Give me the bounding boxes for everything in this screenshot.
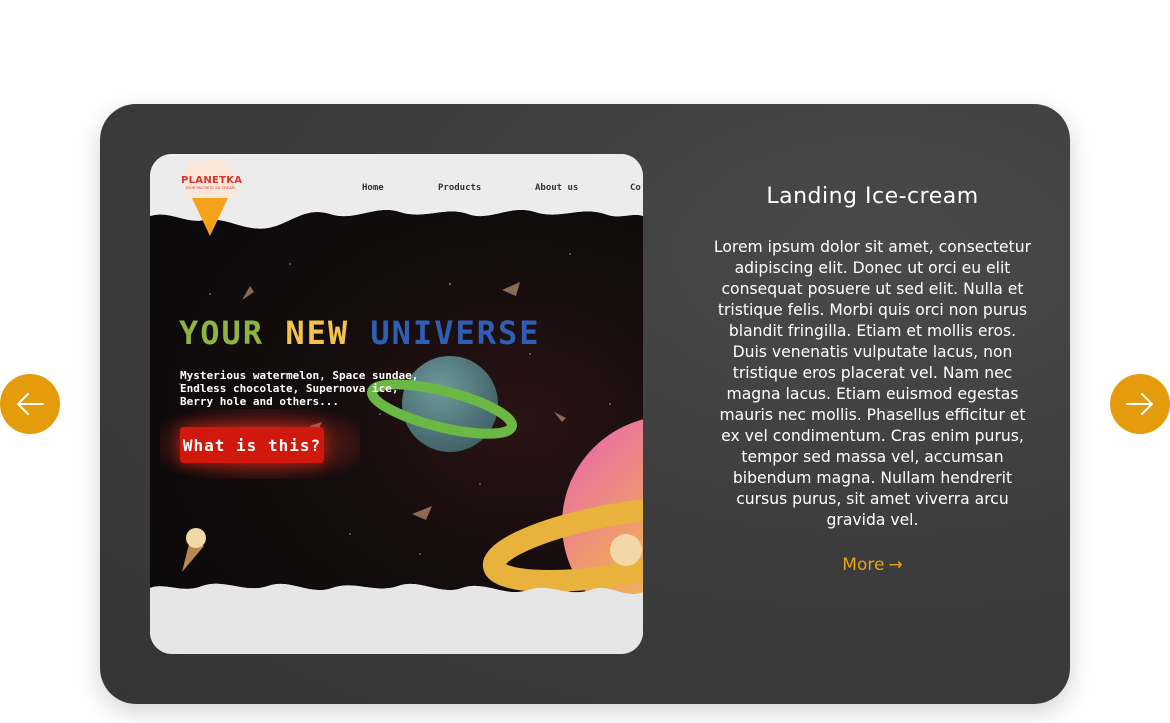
preview-nav-products[interactable]: Products [438,183,481,193]
logo-text-wrap: PLANETKA YOUR FAVORITE ICE CREAM [181,175,243,190]
logo-tagline: YOUR FAVORITE ICE CREAM [185,186,235,190]
project-preview-image[interactable]: PLANETKA YOUR FAVORITE ICE CREAM Home Pr… [150,154,643,654]
subtext-line-3: Berry hole and others... [180,395,339,408]
preview-cta-label: What is this? [182,435,322,455]
arrow-right-icon: → [888,555,903,575]
subtext-line-1: Mysterious watermelon, Space sundae, [180,369,419,382]
portfolio-card: PLANETKA YOUR FAVORITE ICE CREAM Home Pr… [100,104,1070,704]
headline-word-new: NEW [285,314,350,352]
arrow-left-icon [17,393,44,415]
more-label: More [842,555,885,575]
headline-word-your: YOUR [179,314,265,352]
preview-headline: YOUR NEW UNIVERSE [179,314,541,352]
arrow-right-icon [1126,393,1153,415]
project-info: Landing Ice-cream Lorem ipsum dolor sit … [710,184,1035,575]
logo-text: PLANETKA [181,175,243,186]
next-slide-button[interactable] [1110,374,1170,434]
prev-slide-button[interactable] [0,374,60,434]
headline-word-universe: UNIVERSE [370,314,541,352]
preview-nav-home[interactable]: Home [362,183,384,193]
preview-subtext: Mysterious watermelon, Space sundae, End… [180,369,418,408]
subtext-line-2: Endless chocolate, Supernova ice, [180,382,399,395]
preview-cta-button[interactable]: What is this? [180,427,324,463]
preview-nav-about[interactable]: About us [535,183,578,193]
project-description: Lorem ipsum dolor sit amet, consectetur … [713,238,1032,529]
more-link[interactable]: More → [842,555,902,575]
preview-nav-contact[interactable]: Co [630,183,641,193]
project-title: Landing Ice-cream [766,184,979,209]
